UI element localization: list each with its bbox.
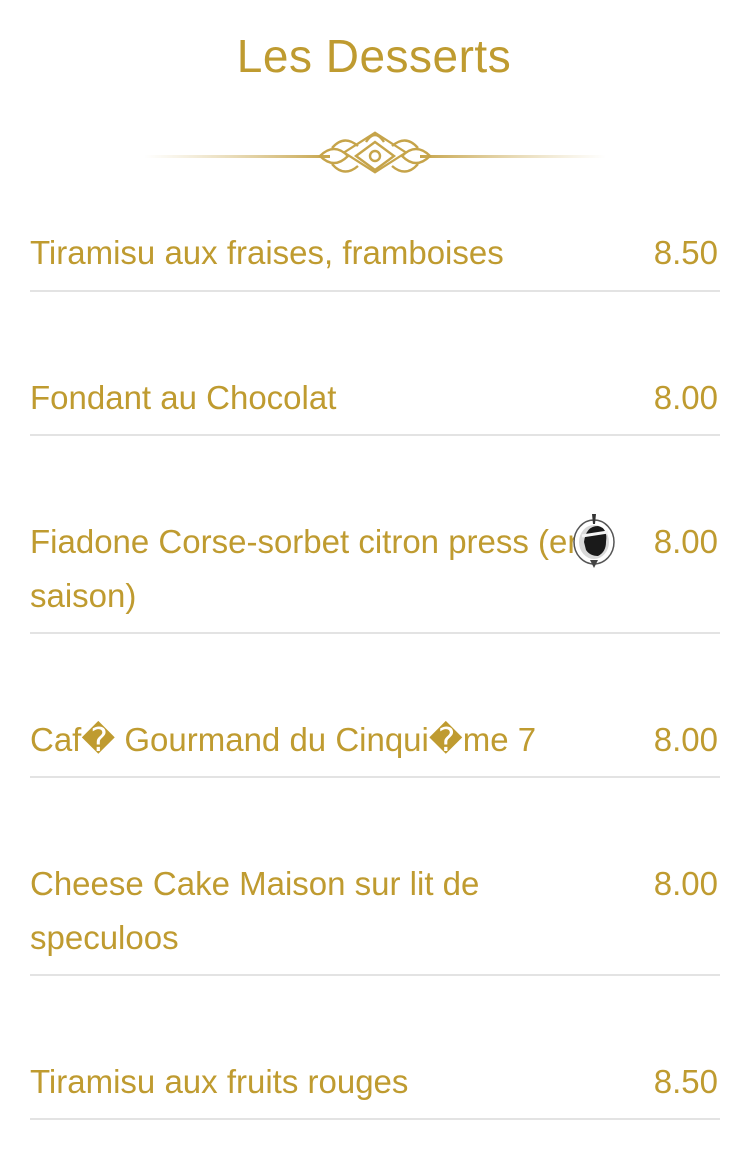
item-price: 8.00	[653, 379, 718, 416]
item-name: Cheese Cake Maison sur lit de speculoos	[30, 865, 480, 956]
list-item[interactable]: Fondant au Chocolat 8.00	[30, 292, 720, 436]
list-item[interactable]: Fiadone Corse-sorbet citron press (en sa…	[30, 436, 720, 634]
gold-filigree-divider-icon	[144, 131, 606, 174]
item-price: 8.00	[653, 523, 718, 560]
item-name: Caf� Gourmand du Cinqui�me 7	[30, 721, 537, 758]
item-price: 8.50	[653, 1063, 718, 1100]
list-item[interactable]: Cheese Cake Maison sur lit de speculoos …	[30, 778, 720, 976]
item-name: Tiramisu aux fruits rouges	[30, 1063, 409, 1100]
list-item[interactable]: Caf� Gourmand du Cinqui�me 7 8.00	[30, 634, 720, 778]
corsican-moor-head-icon	[573, 514, 615, 568]
item-price: 8.50	[653, 234, 718, 271]
page-title: Les Desserts	[236, 30, 512, 82]
item-name: Fiadone Corse-sorbet citron press (en sa…	[30, 523, 586, 614]
item-price: 8.00	[653, 865, 718, 902]
list-item[interactable]: Tiramisu aux fraises, framboises 8.50	[30, 214, 720, 292]
list-item[interactable]: Tiramisu aux fruits rouges 8.50	[30, 976, 720, 1120]
dessert-menu-list: Tiramisu aux fraises, framboises 8.50 Fo…	[30, 214, 720, 1120]
item-name: Fondant au Chocolat	[30, 379, 337, 416]
item-price: 8.00	[653, 721, 718, 758]
item-name: Tiramisu aux fraises, framboises	[30, 234, 504, 271]
